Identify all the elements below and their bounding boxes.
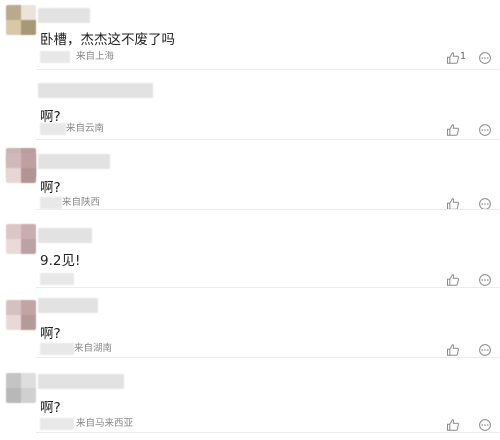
- comment-text: 卧槽，杰杰这不废了吗: [40, 32, 175, 48]
- comment-text: 啊?: [40, 326, 61, 342]
- comment-item: 啊? 来自陕西: [0, 140, 500, 210]
- comment-item: 啊? 来自湖南: [0, 288, 500, 358]
- location-label: 来自云南: [66, 123, 105, 134]
- timestamp-redacted: [40, 197, 62, 209]
- comment-text: 啊?: [40, 109, 61, 125]
- username-redacted[interactable]: [38, 374, 124, 389]
- location-label: 来自陕西: [62, 197, 101, 208]
- like-icon[interactable]: [446, 272, 460, 286]
- comment-text: 9.2见!: [40, 253, 81, 269]
- timestamp-redacted: [40, 51, 70, 63]
- divider: [36, 432, 500, 433]
- comment-text: 啊?: [40, 180, 61, 196]
- like-icon[interactable]: [446, 196, 460, 210]
- location-label: 来自上海: [76, 51, 115, 62]
- location-label: 来自马来西亚: [76, 418, 134, 429]
- location-label: 来自湖南: [74, 343, 113, 354]
- timestamp-redacted: [40, 273, 74, 285]
- more-options-icon[interactable]: [478, 50, 492, 64]
- comment-item: 卧槽，杰杰这不废了吗来自上海 1: [0, 0, 500, 70]
- username-redacted[interactable]: [38, 83, 153, 98]
- comment-item: 啊? 来自云南: [0, 70, 500, 178]
- like-icon[interactable]: [446, 50, 460, 64]
- avatar[interactable]: [6, 300, 36, 330]
- divider: [36, 357, 500, 358]
- divider: [36, 209, 500, 210]
- timestamp-redacted: [40, 418, 74, 430]
- comment-list: 卧槽，杰杰这不废了吗 来自上海 1 啊? 来自云南 啊? 来自陕西 9.2见! 啊? 来自湖南 啊?…: [0, 0, 500, 440]
- like-icon[interactable]: [446, 342, 460, 356]
- comment-item: 啊? 来自马来西亚: [0, 363, 500, 433]
- username-redacted[interactable]: [38, 228, 92, 243]
- like-count: 1: [460, 51, 467, 62]
- username-redacted[interactable]: [38, 154, 110, 169]
- more-options-icon[interactable]: [478, 342, 492, 356]
- timestamp-redacted: [40, 343, 74, 355]
- avatar[interactable]: [6, 373, 36, 403]
- avatar[interactable]: [6, 5, 36, 35]
- avatar[interactable]: [6, 153, 36, 183]
- comment-text: 啊?: [40, 400, 61, 416]
- like-icon[interactable]: [446, 417, 460, 431]
- username-redacted[interactable]: [38, 8, 90, 23]
- more-options-icon[interactable]: [478, 272, 492, 286]
- more-options-icon[interactable]: [478, 196, 492, 210]
- comment-item: 9.2见!: [0, 218, 500, 288]
- avatar[interactable]: [6, 224, 36, 254]
- timestamp-redacted: [40, 123, 66, 135]
- more-options-icon[interactable]: [478, 122, 492, 136]
- more-options-icon[interactable]: [478, 417, 492, 431]
- like-icon[interactable]: [446, 122, 460, 136]
- username-redacted[interactable]: [38, 298, 98, 313]
